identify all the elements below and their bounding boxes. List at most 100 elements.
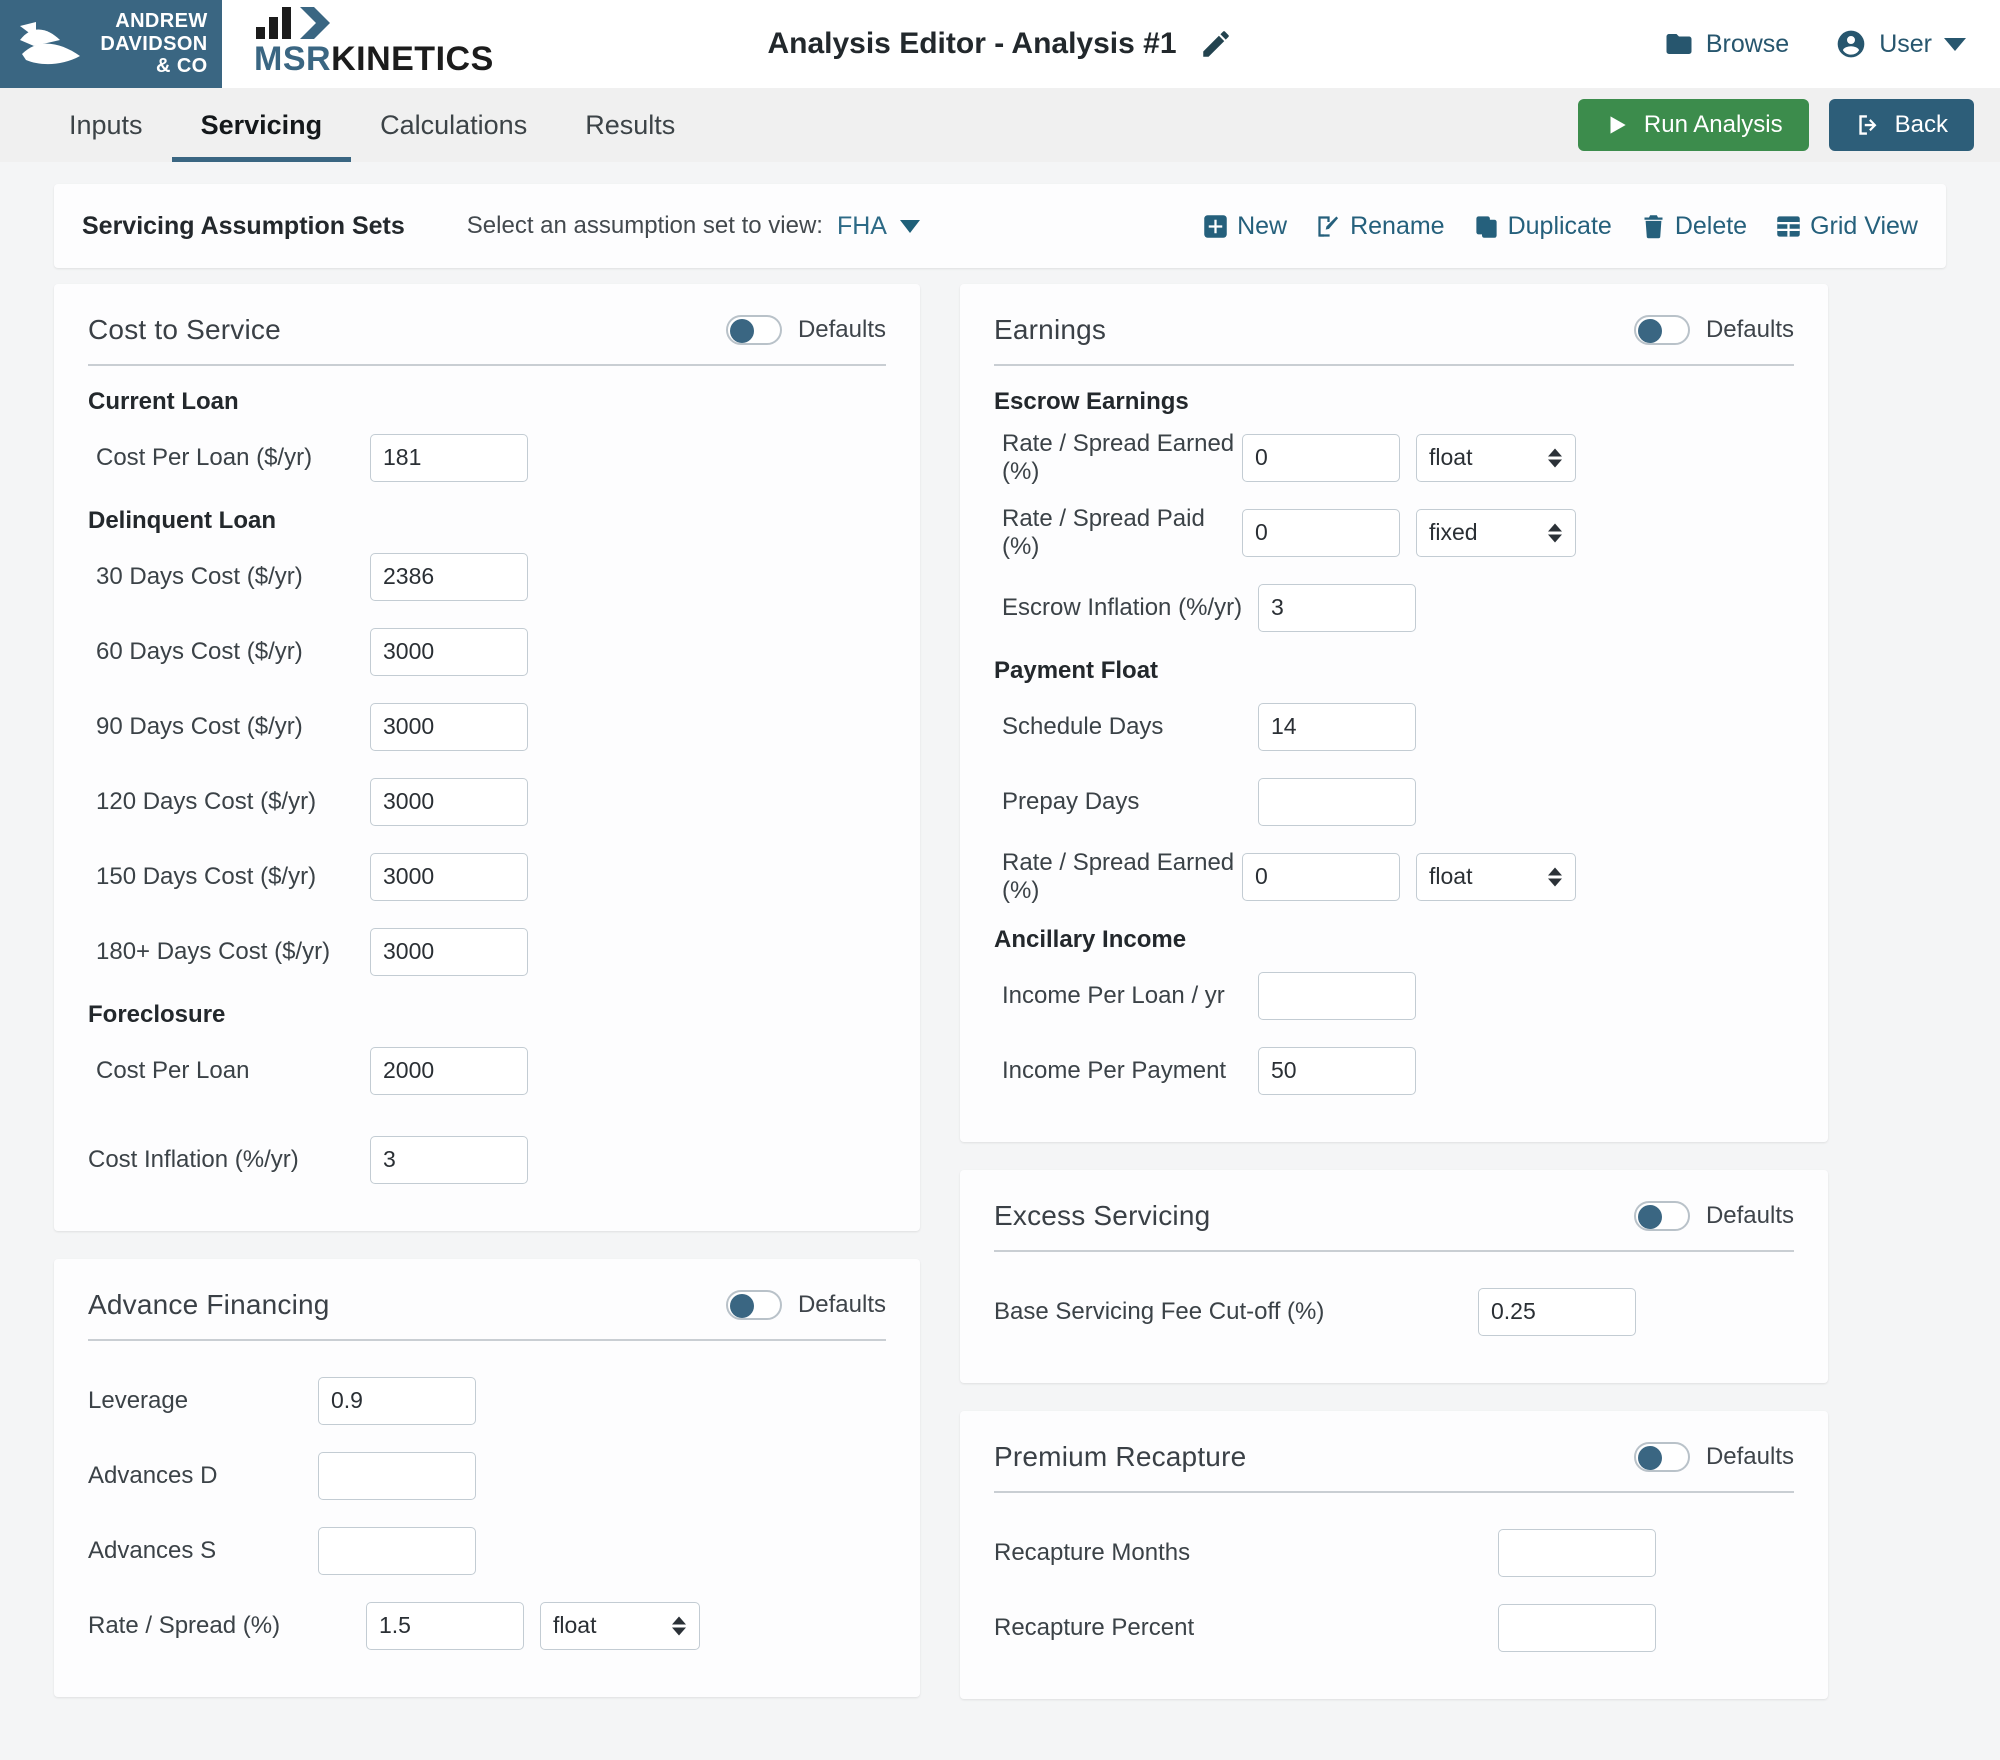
field-row-90-days-cost: 90 Days Cost ($/yr) (88, 689, 886, 764)
input-120-days-cost[interactable] (370, 778, 528, 826)
input-90-days-cost[interactable] (370, 703, 528, 751)
input-cost-inflation[interactable] (370, 1136, 528, 1184)
new-assumption-set-button[interactable]: New (1202, 212, 1287, 241)
page-title: Analysis Editor - Analysis #1 (767, 27, 1176, 61)
chevron-down-icon (1944, 38, 1966, 51)
field-row-recapture-percent: Recapture Percent (994, 1590, 1794, 1665)
field-label: Rate / Spread Earned (%) (994, 849, 1242, 905)
tab-results[interactable]: Results (556, 88, 704, 162)
user-menu-button[interactable]: User (1835, 28, 1966, 60)
field-label: Advances D (88, 1462, 217, 1490)
rename-assumption-set-button[interactable]: Rename (1315, 212, 1445, 241)
select-float-rate-spread-earned-type[interactable]: float (1416, 853, 1576, 901)
panel-title-advance-financing: Advance Financing (88, 1289, 330, 1321)
input-cost-per-loan-yr[interactable] (370, 434, 528, 482)
panel-header: Advance Financing Defaults (88, 1289, 886, 1341)
tab-inputs-label: Inputs (69, 110, 143, 141)
defaults-toggle-earnings[interactable] (1634, 315, 1690, 345)
tab-inputs[interactable]: Inputs (40, 88, 172, 162)
field-label: Escrow Inflation (%/yr) (994, 594, 1242, 622)
select-value: float (553, 1612, 596, 1639)
field-row-30-days-cost: 30 Days Cost ($/yr) (88, 539, 886, 614)
delete-assumption-set-button[interactable]: Delete (1640, 212, 1747, 241)
andrew-davidson-logo[interactable]: ANDREW DAVIDSON & CO (0, 0, 222, 88)
input-recapture-months[interactable] (1498, 1529, 1656, 1577)
input-150-days-cost[interactable] (370, 853, 528, 901)
input-advances-s[interactable] (318, 1527, 476, 1575)
field-row-recapture-months: Recapture Months (994, 1515, 1794, 1590)
defaults-toggle-advance-financing[interactable] (726, 1290, 782, 1320)
input-prepay-days[interactable] (1258, 778, 1416, 826)
spinner-arrows-icon (672, 1616, 686, 1635)
assumption-set-dropdown[interactable]: FHA (837, 212, 920, 241)
field-label: Income Per Payment (994, 1057, 1226, 1085)
input-60-days-cost[interactable] (370, 628, 528, 676)
field-label: 180+ Days Cost ($/yr) (88, 938, 330, 966)
input-income-per-loan-yr[interactable] (1258, 972, 1416, 1020)
defaults-toggle-premium-recapture[interactable] (1634, 1442, 1690, 1472)
tab-list: Inputs Servicing Calculations Results (40, 88, 704, 162)
input-foreclosure-cost-per-loan[interactable] (370, 1047, 528, 1095)
tab-servicing[interactable]: Servicing (172, 88, 352, 162)
panel-cost-to-service: Cost to Service Defaults Current Loan Co… (54, 284, 920, 1231)
select-escrow-rate-spread-earned-type[interactable]: float (1416, 434, 1576, 482)
panel-header: Excess Servicing Defaults (994, 1200, 1794, 1252)
input-leverage[interactable] (318, 1377, 476, 1425)
field-row-advances-d: Advances D (88, 1438, 886, 1513)
defaults-toggle-excess-servicing[interactable] (1634, 1201, 1690, 1231)
new-label: New (1237, 212, 1287, 241)
plus-square-icon (1202, 213, 1229, 240)
duplicate-assumption-set-button[interactable]: Duplicate (1473, 212, 1612, 241)
input-escrow-inflation[interactable] (1258, 584, 1416, 632)
field-label: Cost Per Loan ($/yr) (88, 444, 312, 472)
defaults-label: Defaults (1706, 1443, 1794, 1471)
select-rate-spread-type[interactable]: float (540, 1602, 700, 1650)
field-row-escrow-rate-spread-earned: Rate / Spread Earned (%) float (994, 420, 1794, 495)
panel-excess-servicing: Excess Servicing Defaults Base Servicing… (960, 1170, 1828, 1383)
msr-kinetics-mark-icon (254, 9, 494, 39)
company-line-2: DAVIDSON (100, 33, 207, 55)
tab-servicing-label: Servicing (201, 110, 323, 141)
group-title-delinquent-loan: Delinquent Loan (88, 507, 886, 535)
select-escrow-rate-spread-paid-type[interactable]: fixed (1416, 509, 1576, 557)
field-row-cost-per-loan-yr: Cost Per Loan ($/yr) (88, 420, 886, 495)
main-nav-bar: Inputs Servicing Calculations Results Ru… (0, 88, 2000, 162)
copy-icon (1473, 213, 1500, 240)
field-label: 120 Days Cost ($/yr) (88, 788, 316, 816)
top-bar-actions: Browse User (1664, 0, 2000, 88)
msr-kinetics-logo[interactable]: MSRKINETICS (222, 0, 494, 88)
input-escrow-rate-spread-paid[interactable] (1242, 509, 1400, 557)
input-income-per-payment[interactable] (1258, 1047, 1416, 1095)
input-schedule-days[interactable] (1258, 703, 1416, 751)
panel-title-premium-recapture: Premium Recapture (994, 1441, 1246, 1473)
defaults-label: Defaults (1706, 316, 1794, 344)
field-row-150-days-cost: 150 Days Cost ($/yr) (88, 839, 886, 914)
group-title-escrow-earnings: Escrow Earnings (994, 388, 1794, 416)
defaults-toggle-cost-to-service[interactable] (726, 315, 782, 345)
browse-button[interactable]: Browse (1664, 29, 1789, 59)
tab-calculations[interactable]: Calculations (351, 88, 556, 162)
input-float-rate-spread-earned[interactable] (1242, 853, 1400, 901)
assumption-set-bar: Servicing Assumption Sets Select an assu… (54, 184, 1946, 268)
group-title-ancillary-income: Ancillary Income (994, 926, 1794, 954)
field-label: Rate / Spread Earned (%) (994, 430, 1242, 486)
back-button[interactable]: Back (1829, 99, 1974, 151)
logout-icon (1855, 112, 1881, 138)
input-advances-d[interactable] (318, 1452, 476, 1500)
field-row-120-days-cost: 120 Days Cost ($/yr) (88, 764, 886, 839)
field-row-escrow-rate-spread-paid: Rate / Spread Paid (%) fixed (994, 495, 1794, 570)
field-row-income-per-loan-yr: Income Per Loan / yr (994, 958, 1794, 1033)
field-row-leverage: Leverage (88, 1363, 886, 1438)
input-180-plus-days-cost[interactable] (370, 928, 528, 976)
field-row-foreclosure-cost-per-loan: Cost Per Loan (88, 1033, 886, 1108)
input-base-servicing-fee-cutoff[interactable] (1478, 1288, 1636, 1336)
grid-view-button[interactable]: Grid View (1775, 212, 1918, 241)
input-30-days-cost[interactable] (370, 553, 528, 601)
input-escrow-rate-spread-earned[interactable] (1242, 434, 1400, 482)
field-label: Rate / Spread (%) (88, 1612, 280, 1640)
input-recapture-percent[interactable] (1498, 1604, 1656, 1652)
panel-earnings: Earnings Defaults Escrow Earnings Rate /… (960, 284, 1828, 1142)
pencil-icon[interactable] (1199, 27, 1233, 61)
run-analysis-button[interactable]: Run Analysis (1578, 99, 1809, 151)
input-rate-spread[interactable] (366, 1602, 524, 1650)
